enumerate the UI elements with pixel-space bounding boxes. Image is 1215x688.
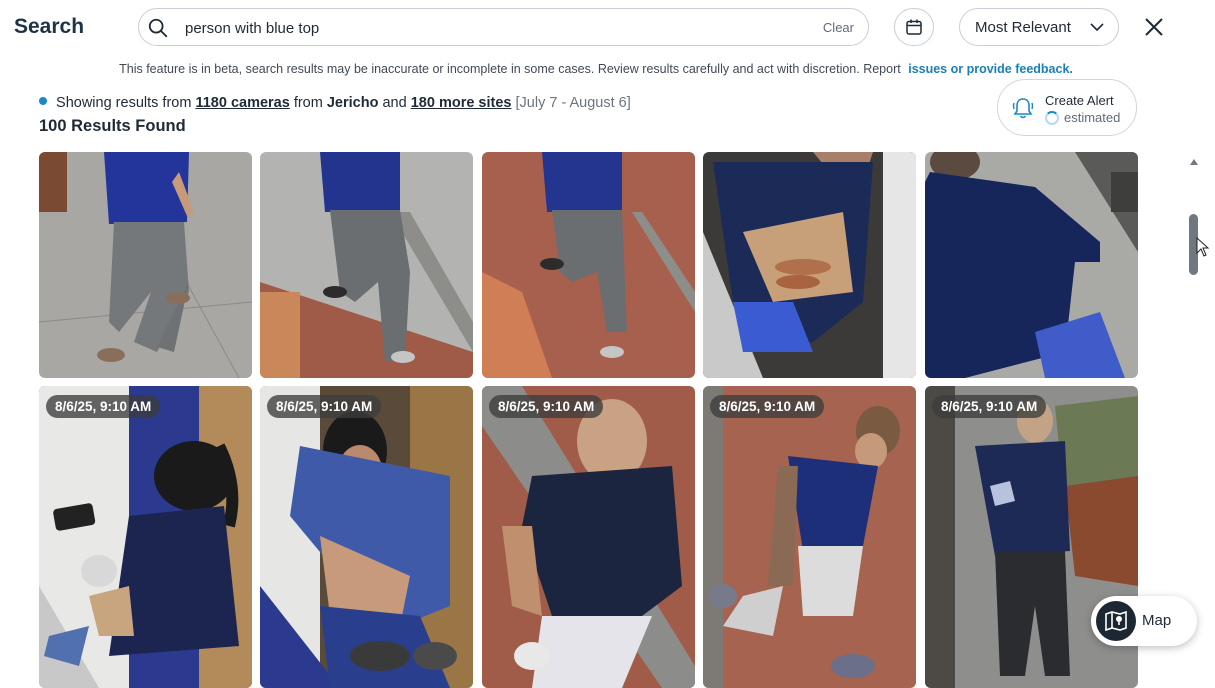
- result-thumbnail: [925, 152, 1138, 378]
- result-tile[interactable]: [925, 152, 1138, 378]
- timestamp-badge: 8/6/25, 9:10 AM: [932, 395, 1047, 418]
- result-thumbnail: [482, 386, 695, 688]
- result-thumbnail: [39, 386, 252, 688]
- timestamp-badge: 8/6/25, 9:10 AM: [46, 395, 161, 418]
- scroll-up-arrow[interactable]: [1189, 158, 1199, 166]
- result-tile[interactable]: [482, 152, 695, 378]
- results-summary: Showing results from 1180 cameras from J…: [39, 95, 631, 111]
- search-input[interactable]: [185, 17, 785, 39]
- result-tile[interactable]: 8/6/25, 9:10 AM: [482, 386, 695, 688]
- result-tile[interactable]: [703, 152, 916, 378]
- result-thumbnail: [39, 152, 252, 378]
- feedback-link[interactable]: issues or provide feedback.: [908, 62, 1073, 76]
- result-thumbnail: [260, 386, 473, 688]
- result-thumbnail: [482, 152, 695, 378]
- mouse-cursor-icon: [1196, 237, 1210, 257]
- alert-status: estimated: [1045, 110, 1120, 126]
- map-icon: [1096, 601, 1136, 641]
- date-range: [July 7 - August 6]: [515, 95, 631, 111]
- create-alert-button[interactable]: Create Alert estimated: [997, 79, 1137, 136]
- result-tile[interactable]: 8/6/25, 9:10 AM: [260, 386, 473, 688]
- chevron-down-icon: [1090, 23, 1104, 32]
- timestamp-badge: 8/6/25, 9:10 AM: [489, 395, 604, 418]
- cameras-link[interactable]: 1180 cameras: [195, 95, 289, 111]
- site-name: Jericho: [326, 95, 379, 111]
- result-tile[interactable]: [39, 152, 252, 378]
- sort-label: Most Relevant: [975, 18, 1071, 36]
- spinner-icon: [1045, 110, 1059, 125]
- close-icon[interactable]: [1143, 16, 1165, 38]
- date-picker-button[interactable]: [894, 8, 934, 46]
- timestamp-badge: 8/6/25, 9:10 AM: [267, 395, 382, 418]
- clear-button[interactable]: Clear: [823, 20, 854, 35]
- search-box[interactable]: Clear: [138, 8, 869, 46]
- map-button[interactable]: Map: [1091, 596, 1197, 646]
- result-thumbnail: [703, 386, 916, 688]
- status-dot: [39, 97, 47, 106]
- result-thumbnail: [703, 152, 916, 378]
- results-grid: 8/6/25, 9:10 AM 8/6/25, 9:10 AM 8/6/25, …: [39, 152, 1138, 688]
- results-count: 100 Results Found: [39, 117, 186, 135]
- calendar-icon: [906, 19, 922, 35]
- search-icon: [148, 18, 168, 38]
- bell-icon: [1012, 98, 1034, 119]
- sort-dropdown[interactable]: Most Relevant: [959, 8, 1119, 46]
- result-tile[interactable]: 8/6/25, 9:10 AM: [39, 386, 252, 688]
- map-label: Map: [1142, 612, 1172, 629]
- create-alert-label: Create Alert: [1045, 93, 1114, 108]
- result-tile[interactable]: 8/6/25, 9:10 AM: [703, 386, 916, 688]
- beta-notice: This feature is in beta, search results …: [0, 62, 1192, 76]
- more-sites-link[interactable]: 180 more sites: [411, 95, 512, 111]
- beta-notice-text: This feature is in beta, search results …: [119, 62, 901, 76]
- result-thumbnail: [260, 152, 473, 378]
- timestamp-badge: 8/6/25, 9:10 AM: [710, 395, 825, 418]
- page-title: Search: [14, 15, 85, 38]
- result-tile[interactable]: [260, 152, 473, 378]
